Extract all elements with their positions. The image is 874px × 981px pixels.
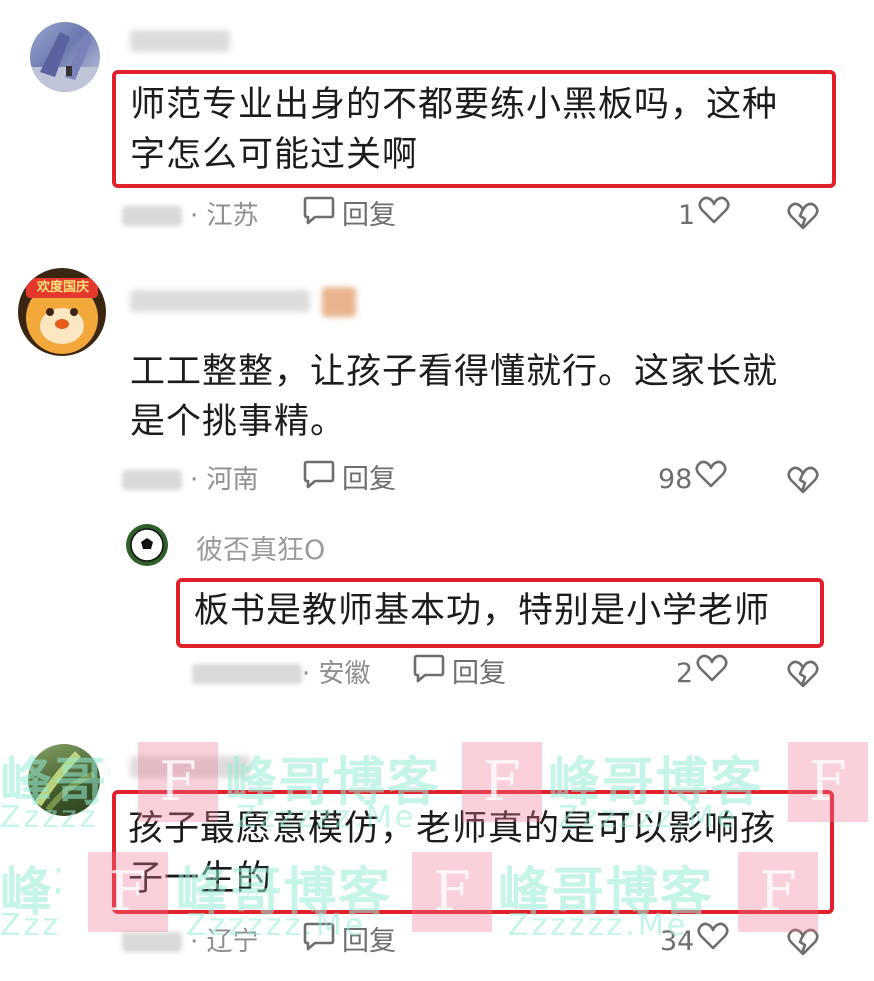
user-badge-blurred bbox=[322, 287, 356, 317]
dislike-button[interactable] bbox=[786, 658, 820, 692]
avatar[interactable] bbox=[30, 22, 100, 92]
dislike-button[interactable] bbox=[786, 464, 820, 498]
comment-bubble-icon bbox=[302, 194, 336, 238]
reply-button[interactable]: 回复 bbox=[412, 654, 506, 694]
heart-icon bbox=[695, 652, 729, 696]
broken-heart-icon bbox=[787, 928, 819, 956]
dislike-button[interactable] bbox=[786, 926, 820, 960]
reply-username[interactable]: 彼否真狂O bbox=[196, 528, 325, 567]
like-count: 34 bbox=[660, 926, 695, 957]
comment-bubble-icon bbox=[302, 458, 336, 502]
reply-button[interactable]: 回复 bbox=[302, 922, 396, 962]
avatar[interactable]: 欢度国庆 bbox=[18, 268, 106, 356]
username-blurred bbox=[130, 30, 230, 52]
reply-label: 回复 bbox=[452, 658, 506, 689]
avatar-image bbox=[30, 32, 100, 92]
timestamp-blurred bbox=[122, 470, 182, 490]
comment-bubble-icon bbox=[302, 920, 336, 964]
username-blurred bbox=[130, 290, 310, 312]
watermark-subtext: Zzzzzz.Me bbox=[0, 908, 60, 943]
soccer-ball-icon bbox=[130, 528, 164, 562]
dislike-button[interactable] bbox=[786, 200, 820, 234]
like-button[interactable]: 98 bbox=[658, 460, 728, 500]
like-button[interactable]: 34 bbox=[660, 922, 730, 962]
broken-heart-icon bbox=[787, 660, 819, 688]
location: · 辽宁 bbox=[190, 927, 259, 957]
broken-heart-icon bbox=[787, 466, 819, 494]
timestamp-blurred bbox=[122, 932, 182, 952]
reply-button[interactable]: 回复 bbox=[302, 460, 396, 500]
timestamp-blurred bbox=[122, 206, 182, 226]
avatar[interactable] bbox=[28, 744, 100, 816]
like-button[interactable]: 1 bbox=[678, 196, 731, 236]
avatar-badge: 欢度国庆 bbox=[36, 280, 89, 295]
location: · 安徽 bbox=[302, 659, 371, 689]
heart-icon bbox=[696, 920, 730, 964]
heart-icon bbox=[697, 194, 731, 238]
heart-icon bbox=[694, 458, 728, 502]
comment-text: 孩子最愿意模仿，老师真的是可以影响孩 子一生的 bbox=[128, 809, 777, 899]
location: · 江苏 bbox=[190, 201, 259, 231]
broken-heart-icon bbox=[787, 202, 819, 230]
comment-text: 板书是教师基本功，特别是小学老师 bbox=[194, 591, 771, 631]
username-blurred bbox=[130, 756, 250, 778]
timestamp-blurred bbox=[192, 664, 302, 684]
location: · 河南 bbox=[190, 465, 259, 495]
reply-label: 回复 bbox=[342, 200, 396, 231]
like-count: 1 bbox=[678, 200, 696, 231]
like-count: 98 bbox=[658, 464, 693, 495]
comment-bubble-icon bbox=[412, 652, 446, 696]
comment-text: 师范专业出身的不都要练小黑板吗，这种 字怎么可能过关啊 bbox=[130, 85, 779, 175]
avatar-image bbox=[34, 751, 96, 812]
reply-label: 回复 bbox=[342, 464, 396, 495]
watermark-text: 峰哥博客 bbox=[0, 863, 60, 923]
reply-button[interactable]: 回复 bbox=[302, 196, 396, 236]
avatar[interactable] bbox=[126, 524, 168, 566]
like-count: 2 bbox=[676, 658, 694, 689]
comment-text: 工工整整，让孩子看得懂就行。这家长就 是个挑事精。 bbox=[130, 352, 779, 442]
like-button[interactable]: 2 bbox=[676, 654, 729, 694]
reply-label: 回复 bbox=[342, 926, 396, 957]
